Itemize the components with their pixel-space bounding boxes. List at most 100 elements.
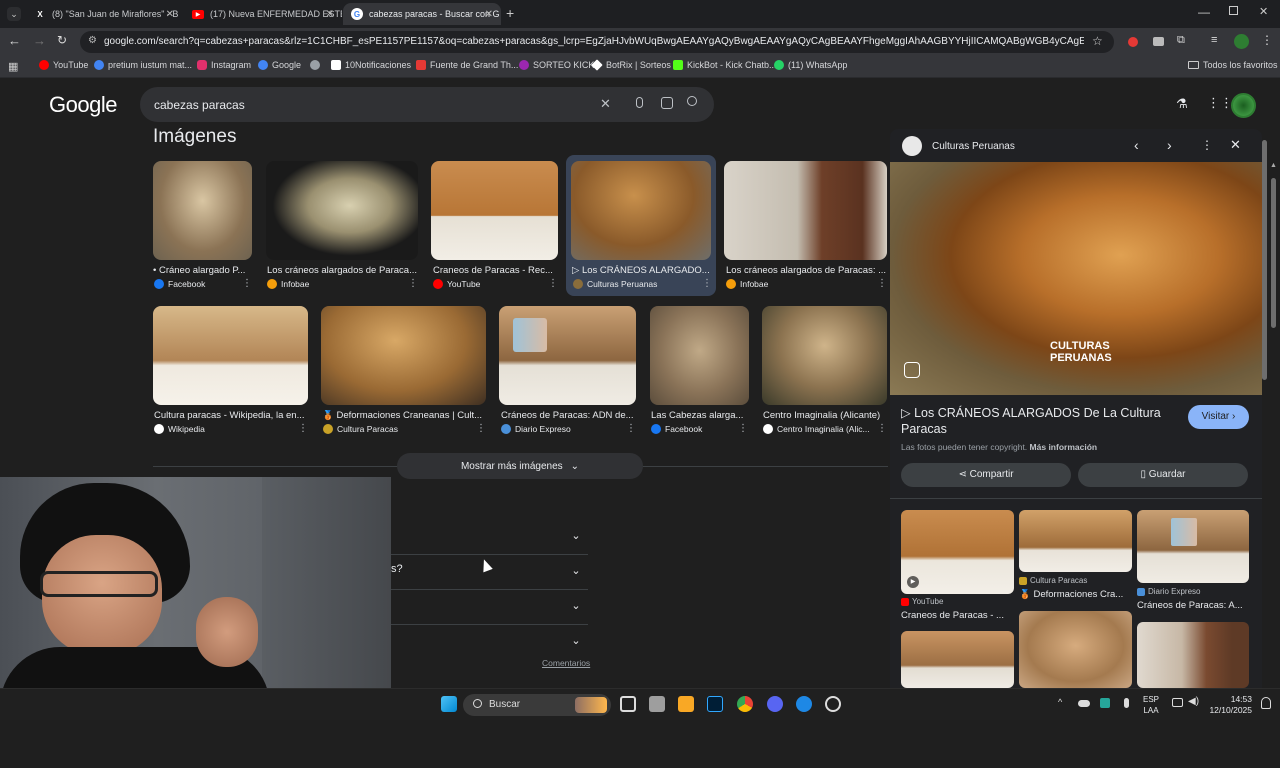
- new-tab-icon[interactable]: +: [506, 5, 514, 21]
- image-caption[interactable]: Las Cabezas alarga...: [651, 410, 747, 421]
- file-explorer-icon[interactable]: [678, 696, 694, 712]
- bookmark-globe[interactable]: [310, 60, 324, 70]
- image-result-5[interactable]: [724, 161, 887, 260]
- image-result-2[interactable]: [266, 161, 418, 260]
- more-options-icon[interactable]: ⋮: [877, 278, 887, 289]
- related-caption[interactable]: 🥉 Deformaciones Cra...: [1019, 589, 1131, 600]
- more-options-icon[interactable]: ⋮: [408, 278, 418, 289]
- expand-question-3[interactable]: ⌄: [566, 596, 586, 616]
- image-result-3[interactable]: [431, 161, 558, 260]
- close-panel-icon[interactable]: ✕: [1230, 137, 1241, 153]
- related-image-2[interactable]: [1019, 510, 1132, 572]
- more-options-icon[interactable]: ⋮: [626, 423, 636, 434]
- tray-chevron-icon[interactable]: ^: [1058, 697, 1062, 707]
- profile-avatar[interactable]: [1234, 34, 1249, 49]
- related-image-4[interactable]: [901, 631, 1014, 688]
- image-caption[interactable]: Centro Imaginalia (Alicante): [763, 410, 885, 421]
- more-options-icon[interactable]: ⋮: [298, 423, 308, 434]
- volume-icon[interactable]: ◀): [1188, 696, 1199, 707]
- google-logo[interactable]: Google: [49, 92, 117, 118]
- related-image-6[interactable]: [1137, 622, 1249, 688]
- app-icon[interactable]: [649, 696, 665, 712]
- image-caption[interactable]: Los cráneos alargados de Paraca...: [267, 265, 417, 276]
- chrome-menu-icon[interactable]: ⋮: [1261, 33, 1273, 47]
- extension-icon[interactable]: [1153, 37, 1164, 46]
- more-options-icon[interactable]: ⋮: [702, 278, 712, 289]
- bookmark-star-icon[interactable]: ☆: [1092, 34, 1103, 48]
- image-result-8[interactable]: [499, 306, 636, 405]
- image-result-1[interactable]: [153, 161, 252, 260]
- lens-icon[interactable]: [661, 97, 673, 109]
- scroll-thumb[interactable]: [1271, 178, 1276, 328]
- close-icon[interactable]: ✕: [326, 9, 334, 20]
- bookmark-10notificaciones[interactable]: 10Notificaciones: [331, 60, 411, 70]
- related-caption[interactable]: Craneos de Paracas - ...: [901, 610, 1013, 621]
- image-result-7[interactable]: [321, 306, 486, 405]
- app-ring-icon[interactable]: [825, 696, 841, 712]
- related-image-1[interactable]: ▶: [901, 510, 1014, 594]
- restore-icon[interactable]: [1229, 6, 1238, 15]
- image-source[interactable]: Diario Expreso: [501, 424, 571, 434]
- question-text[interactable]: s?: [391, 563, 403, 575]
- image-caption[interactable]: Cultura paracas - Wikipedia, la en...: [154, 410, 306, 421]
- search-icon[interactable]: [687, 96, 697, 106]
- image-source[interactable]: Centro Imaginalia (Alic...: [763, 424, 881, 434]
- bookmark-pretium[interactable]: pretium iustum mat...: [94, 60, 192, 70]
- all-bookmarks[interactable]: Todos los favoritos: [1188, 60, 1278, 70]
- site-info-icon[interactable]: ⚙: [88, 35, 97, 46]
- tray-app-icon[interactable]: [1100, 698, 1110, 708]
- more-options-icon[interactable]: ⋮: [1201, 138, 1213, 152]
- taskbar-search[interactable]: Buscar: [463, 694, 611, 716]
- related-image-5[interactable]: [1019, 611, 1132, 688]
- image-caption[interactable]: Cráneos de Paracas: ADN de...: [501, 410, 635, 421]
- close-icon[interactable]: ✕: [166, 9, 174, 20]
- close-icon[interactable]: ✕: [485, 9, 493, 20]
- minimize-icon[interactable]: —: [1198, 5, 1210, 19]
- media-icon[interactable]: ≡: [1211, 34, 1217, 46]
- related-image-3[interactable]: [1137, 510, 1249, 583]
- image-source[interactable]: Facebook: [154, 279, 205, 289]
- image-caption[interactable]: 🥉 Deformaciones Craneanas | Cult...: [322, 410, 484, 421]
- notifications-icon[interactable]: [1261, 697, 1271, 709]
- share-button[interactable]: ⋖ Compartir: [901, 463, 1071, 487]
- image-result-4-selected[interactable]: [571, 161, 711, 260]
- tab-search-icon[interactable]: ⌄: [7, 7, 21, 21]
- more-options-icon[interactable]: ⋮: [738, 423, 748, 434]
- tab-twitter[interactable]: X (8) "San Juan de Miraflores" - B ✕: [26, 3, 182, 25]
- related-source[interactable]: Cultura Paracas: [1019, 576, 1087, 585]
- panel-scroll-thumb[interactable]: [1262, 140, 1267, 380]
- bookmark-fuente-grand-theft[interactable]: Fuente de Grand Th...: [416, 60, 518, 70]
- windows-start-icon[interactable]: [441, 696, 457, 712]
- chrome-icon[interactable]: [737, 696, 753, 712]
- reload-icon[interactable]: ↻: [57, 33, 67, 47]
- photoshop-icon[interactable]: [707, 696, 723, 712]
- more-options-icon[interactable]: ⋮: [548, 278, 558, 289]
- app-blue-icon[interactable]: [796, 696, 812, 712]
- related-source[interactable]: Diario Expreso: [1137, 587, 1200, 596]
- input-language[interactable]: ESP LAA: [1143, 694, 1159, 716]
- expand-question-1[interactable]: ⌄: [566, 526, 586, 546]
- clear-icon[interactable]: ✕: [600, 96, 611, 112]
- system-clock[interactable]: 14:53 12/10/2025: [1208, 694, 1252, 716]
- save-button[interactable]: ▯ Guardar: [1078, 463, 1248, 487]
- previous-icon[interactable]: ‹: [1134, 137, 1139, 153]
- feedback-link[interactable]: Comentarios: [542, 658, 590, 668]
- bookmark-whatsapp[interactable]: (11) WhatsApp: [774, 60, 847, 70]
- extension-red-icon[interactable]: [1128, 37, 1138, 47]
- related-source[interactable]: YouTube: [901, 597, 943, 606]
- tray-mic-icon[interactable]: [1124, 698, 1129, 708]
- image-caption[interactable]: Los cráneos alargados de Paracas: ...: [726, 265, 886, 276]
- task-view-icon[interactable]: [620, 696, 636, 712]
- search-box[interactable]: cabezas paracas ✕: [140, 87, 714, 122]
- more-options-icon[interactable]: ⋮: [242, 278, 252, 289]
- puzzle-icon[interactable]: ⧉: [1177, 34, 1185, 47]
- back-icon[interactable]: ←: [8, 33, 21, 48]
- preview-image[interactable]: CULTURAS PERUANAS: [890, 162, 1262, 395]
- show-more-images-button[interactable]: Mostrar más imágenes ⌄: [397, 453, 643, 479]
- image-source[interactable]: Infobae: [267, 279, 309, 289]
- image-source[interactable]: YouTube: [433, 279, 480, 289]
- account-avatar[interactable]: [1231, 93, 1256, 118]
- result-title[interactable]: ▷ Los CRÁNEOS ALARGADOS De La Cultura Pa…: [901, 405, 1171, 437]
- close-window-icon[interactable]: ✕: [1259, 5, 1268, 18]
- bookmark-google[interactable]: Google: [258, 60, 301, 70]
